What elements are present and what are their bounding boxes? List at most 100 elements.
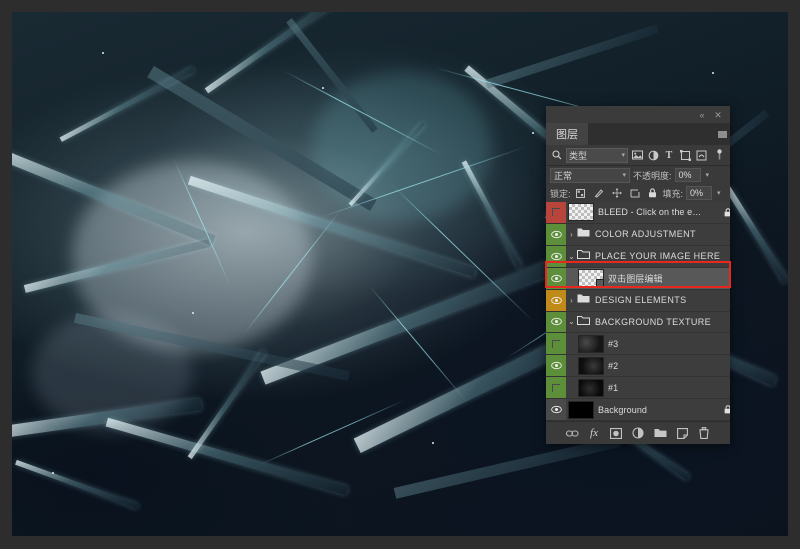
tab-layers[interactable]: 图层 bbox=[546, 123, 588, 145]
group-expanded-chevron-down-icon[interactable]: ⌄ bbox=[566, 317, 577, 326]
layer-visibility-toggle[interactable] bbox=[546, 333, 566, 355]
fill-input[interactable]: 0% bbox=[686, 186, 713, 200]
eye-hidden-icon bbox=[552, 208, 560, 217]
layer-row[interactable]: #2 bbox=[546, 355, 730, 378]
lock-bar: 锁定: 填充: 0% ▾ bbox=[546, 184, 730, 202]
panel-menu-icon[interactable] bbox=[714, 123, 730, 145]
chevron-down-icon[interactable]: ▾ bbox=[620, 171, 626, 179]
layer-visibility-toggle[interactable] bbox=[546, 311, 566, 333]
group-expanded-chevron-down-icon[interactable]: ⌄ bbox=[566, 252, 577, 261]
link-layers-icon[interactable] bbox=[565, 427, 579, 440]
layer-row[interactable]: ⌄ BACKGROUND TEXTURE bbox=[546, 311, 730, 334]
layer-thumbnail[interactable] bbox=[578, 378, 604, 397]
layer-name[interactable]: #1 bbox=[608, 383, 720, 393]
layer-thumbnail[interactable] bbox=[578, 334, 604, 353]
layer-list: BLEED - Click on the e… › COLOR ADJUSTMENT… bbox=[546, 202, 730, 421]
lock-transparent-pixels-icon[interactable] bbox=[574, 186, 588, 201]
layer-row[interactable]: #3 bbox=[546, 333, 730, 356]
lock-position-move-icon[interactable] bbox=[610, 186, 624, 201]
lock-image-pixels-brush-icon[interactable] bbox=[592, 186, 606, 201]
tab-layers-label: 图层 bbox=[556, 129, 578, 141]
lock-label: 锁定: bbox=[550, 188, 571, 199]
smart-object-filter-icon[interactable] bbox=[694, 148, 708, 163]
layer-name[interactable]: PLACE YOUR IMAGE HERE bbox=[595, 251, 720, 261]
layer-visibility-toggle[interactable] bbox=[546, 355, 566, 377]
eye-visible-icon bbox=[550, 274, 562, 282]
layer-visibility-toggle[interactable] bbox=[546, 399, 566, 421]
layer-name[interactable]: #2 bbox=[608, 361, 720, 371]
fill-label: 填充: bbox=[662, 188, 684, 199]
eye-visible-icon bbox=[550, 252, 562, 260]
eye-hidden-icon bbox=[552, 339, 560, 348]
add-layer-mask-icon[interactable] bbox=[610, 427, 623, 440]
filter-kind-value: 类型 bbox=[569, 150, 588, 161]
blend-mode-bar: 正常 ▾ 不透明度: 0% ▾ bbox=[546, 166, 730, 184]
layer-style-fx-icon[interactable]: fx bbox=[588, 427, 601, 440]
layer-name[interactable]: BLEED - Click on the e… bbox=[598, 207, 720, 217]
layer-row[interactable]: › DESIGN ELEMENTS bbox=[546, 289, 730, 312]
layer-name[interactable]: Background bbox=[598, 405, 720, 415]
folder-icon bbox=[577, 293, 590, 307]
group-collapsed-chevron-right-icon[interactable]: › bbox=[566, 230, 577, 239]
close-panel-icon[interactable]: ✕ bbox=[712, 109, 724, 121]
opacity-input[interactable]: 0% bbox=[674, 168, 701, 182]
layers-panel-footer: fx bbox=[546, 421, 730, 444]
folder-icon bbox=[577, 315, 590, 329]
eye-visible-icon bbox=[550, 230, 562, 238]
search-icon[interactable] bbox=[550, 148, 564, 163]
layer-visibility-toggle[interactable] bbox=[546, 377, 566, 399]
layer-locked-icon bbox=[720, 405, 730, 414]
opacity-label: 不透明度: bbox=[633, 170, 672, 181]
layer-thumbnail[interactable] bbox=[568, 400, 594, 419]
layer-row[interactable]: #1 bbox=[546, 377, 730, 400]
layer-name[interactable]: #3 bbox=[608, 339, 720, 349]
fill-stepper-chevron-down-icon[interactable]: ▾ bbox=[715, 189, 721, 197]
new-adjustment-layer-icon[interactable] bbox=[632, 427, 645, 440]
blend-mode-value: 正常 bbox=[554, 170, 573, 181]
filter-toggle-switch-icon[interactable] bbox=[712, 148, 726, 163]
chevron-down-icon[interactable]: ▾ bbox=[619, 151, 625, 159]
layer-row[interactable]: ⌄ PLACE YOUR IMAGE HERE bbox=[546, 245, 730, 268]
opacity-stepper-chevron-down-icon[interactable]: ▾ bbox=[704, 171, 710, 179]
lock-artboard-nesting-icon[interactable] bbox=[628, 186, 642, 201]
folder-icon bbox=[577, 227, 590, 241]
layer-filter-bar: 类型 ▾ T bbox=[546, 145, 730, 166]
eye-visible-icon bbox=[550, 362, 562, 370]
layer-row[interactable]: BLEED - Click on the e… bbox=[546, 202, 730, 224]
panel-tab-strip: 图层 bbox=[546, 123, 730, 145]
filter-kind-select[interactable]: 类型 ▾ bbox=[566, 147, 628, 163]
eye-hidden-icon bbox=[552, 383, 560, 392]
layer-thumbnail[interactable] bbox=[578, 269, 604, 288]
layer-visibility-toggle[interactable] bbox=[546, 223, 566, 245]
type-layer-filter-icon[interactable]: T bbox=[662, 148, 676, 163]
layer-row[interactable]: 双击图层编辑 bbox=[546, 267, 730, 290]
pixel-layer-filter-icon[interactable] bbox=[630, 148, 644, 163]
layer-row[interactable]: Background bbox=[546, 399, 730, 421]
layer-row[interactable]: › COLOR ADJUSTMENT bbox=[546, 223, 730, 246]
eye-visible-icon bbox=[550, 296, 562, 304]
layer-name[interactable]: COLOR ADJUSTMENT bbox=[595, 229, 720, 239]
layer-name[interactable]: BACKGROUND TEXTURE bbox=[595, 317, 720, 327]
layer-name[interactable]: DESIGN ELEMENTS bbox=[595, 295, 720, 305]
group-collapsed-chevron-right-icon[interactable]: › bbox=[566, 296, 577, 305]
screenshot-root: « ✕ 图层 类型 ▾ T 正常 ▾ 不透明度: 0% ▾ 锁定: 填充: 0%… bbox=[0, 0, 800, 549]
layer-locked-icon bbox=[720, 208, 730, 217]
opacity-value: 0% bbox=[678, 170, 692, 180]
blend-mode-select[interactable]: 正常 ▾ bbox=[550, 167, 630, 183]
shape-layer-filter-icon[interactable] bbox=[678, 148, 692, 163]
delete-layer-icon[interactable] bbox=[698, 427, 711, 440]
layer-visibility-toggle[interactable] bbox=[546, 202, 566, 223]
layer-visibility-toggle[interactable] bbox=[546, 289, 566, 311]
layer-visibility-toggle[interactable] bbox=[546, 245, 566, 267]
collapse-panel-icon[interactable]: « bbox=[696, 109, 708, 121]
layer-thumbnail[interactable] bbox=[568, 203, 594, 222]
layer-name[interactable]: 双击图层编辑 bbox=[608, 272, 720, 285]
new-layer-icon[interactable] bbox=[676, 427, 689, 440]
adjustment-layer-filter-icon[interactable] bbox=[646, 148, 660, 163]
layer-visibility-toggle[interactable] bbox=[546, 267, 566, 289]
new-group-icon[interactable] bbox=[654, 427, 667, 440]
lock-all-icon[interactable] bbox=[646, 186, 660, 201]
folder-icon bbox=[577, 249, 590, 263]
layer-thumbnail[interactable] bbox=[578, 356, 604, 375]
panel-titlebar: « ✕ bbox=[546, 106, 730, 123]
